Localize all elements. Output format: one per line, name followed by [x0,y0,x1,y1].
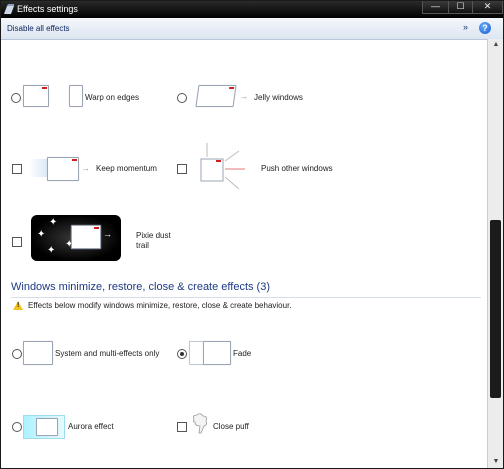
scrollbar-thumb[interactable] [490,220,501,398]
warp-on-edges-radio[interactable] [11,93,21,103]
disable-all-effects-link[interactable]: Disable all effects [7,24,70,33]
maximize-button[interactable]: ☐ [448,1,473,14]
arrow-right-icon: → [239,91,248,101]
effects-settings-window: Effects settings — ☐ ✕ Disable all effec… [0,0,504,469]
jelly-windows-label: Jelly windows [254,93,303,102]
aurora-effect-radio[interactable] [12,422,22,432]
warning-mark: ! [17,302,20,309]
scroll-up-arrow-icon[interactable]: ▲ [488,39,503,51]
warp-on-edges-label: Warp on edges [85,93,139,102]
close-puff-label: Close puff [213,422,249,431]
close-button[interactable]: ✕ [472,1,503,14]
push-windows-icon [200,143,245,190]
warning-text: Effects below modify windows minimize, r… [28,301,292,310]
close-puff-icon [192,413,208,434]
section-title: Windows minimize, restore, close & creat… [11,281,270,293]
toolbar: Disable all effects » ? [1,18,503,40]
pixie-dust-trail-checkbox[interactable] [12,237,22,247]
chevron-right-icon[interactable]: » [463,22,468,32]
warp-edge-icon [69,85,83,107]
system-multi-effects-label: System and multi-effects only [55,349,160,358]
jelly-windows-radio[interactable] [177,93,187,103]
fade-label: Fade [233,349,252,358]
push-other-windows-checkbox[interactable] [177,164,187,174]
fade-preview-icon [203,341,231,365]
keep-momentum-checkbox[interactable] [12,164,22,174]
arrow-right-icon: → [81,163,90,173]
keep-momentum-label: Keep momentum [96,164,157,173]
pixie-window-icon [71,225,101,249]
vertical-scrollbar[interactable]: ▲ ▼ [487,39,503,468]
pixie-dust-label-line1: Pixie dust [136,231,171,240]
system-multi-effects-radio[interactable] [12,349,22,359]
window-title: Effects settings [17,4,78,14]
star-icon: ✦ [47,245,56,256]
section-divider [11,297,481,298]
pixie-dust-label-line2: trail [136,241,149,250]
aurora-window-icon [36,418,58,436]
push-other-windows-label: Push other windows [261,164,333,173]
app-icon [4,4,14,14]
aurora-effect-label: Aurora effect [68,422,114,431]
effects-list: Warp on edges → Jelly windows → Keep mom… [1,39,487,468]
star-icon: ✦ [49,217,58,228]
pixie-dust-preview-icon: ✦ ✦ ✦ ✦ → [31,215,121,261]
momentum-preview-icon [47,157,79,181]
arrow-right-icon: → [103,229,112,239]
star-icon: ✦ [37,229,46,240]
jelly-preview-icon [195,85,237,107]
help-icon[interactable]: ? [479,22,491,34]
system-preview-icon [23,341,53,365]
minimize-button[interactable]: — [422,1,449,14]
momentum-trail-icon [29,159,49,177]
close-puff-checkbox[interactable] [177,422,187,432]
scroll-down-arrow-icon[interactable]: ▼ [488,456,503,468]
fade-radio[interactable] [177,349,187,359]
warp-preview-icon [23,85,49,107]
aurora-preview-icon [23,415,65,439]
title-bar[interactable]: Effects settings — ☐ ✕ [1,1,503,18]
